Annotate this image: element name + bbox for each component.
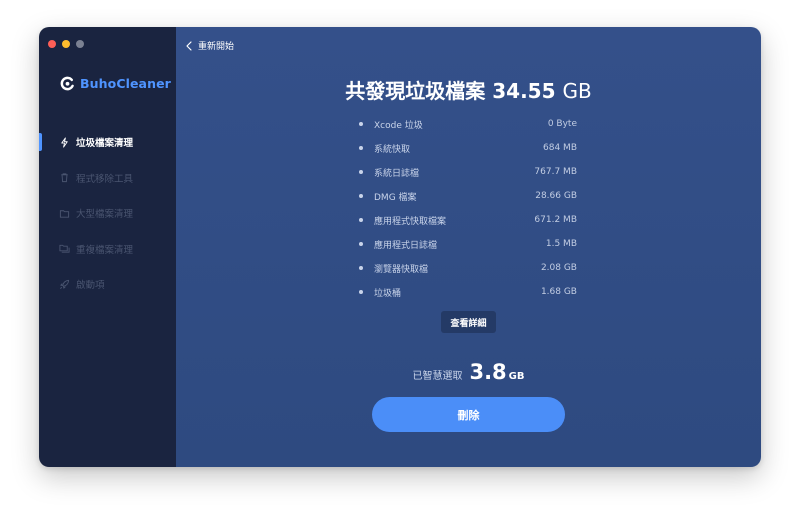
item-size: 0 Byte bbox=[547, 119, 577, 129]
sidebar-item-label: 程式移除工具 bbox=[76, 173, 134, 185]
bullet-icon bbox=[359, 194, 363, 198]
restart-label: 重新開始 bbox=[198, 42, 235, 52]
item-name: 系統快取 bbox=[374, 144, 411, 155]
sidebar-item-label: 垃圾檔案清理 bbox=[76, 138, 134, 149]
item-size: 684 MB bbox=[543, 143, 577, 153]
sidebar-item-junk-cleaner[interactable]: 垃圾檔案清理 bbox=[39, 131, 176, 153]
item-name: 應用程式快取檔案 bbox=[374, 216, 447, 227]
sidebar-item-duplicate-files[interactable]: 重複檔案清理 bbox=[39, 238, 176, 260]
item-name: Xcode 垃圾 bbox=[374, 120, 423, 131]
app-brand: BuhoCleaner bbox=[60, 76, 171, 91]
junk-category-list: Xcode 垃圾 0 Byte 系統快取 684 MB 系統日誌檔 767.7 … bbox=[359, 112, 577, 304]
sidebar: BuhoCleaner 垃圾檔案清理 程式移除工具 大型檔案清理 重複檔案清理 … bbox=[39, 27, 176, 467]
sidebar-item-label: 大型檔案清理 bbox=[76, 209, 134, 220]
list-item: 系統快取 684 MB bbox=[359, 136, 577, 160]
item-size: 671.2 MB bbox=[534, 215, 577, 225]
sidebar-item-startup-items[interactable]: 啟動項 bbox=[39, 273, 176, 295]
buho-logo-icon bbox=[60, 76, 74, 91]
bullet-icon bbox=[359, 122, 363, 126]
delete-button[interactable]: 刪除 bbox=[372, 397, 565, 432]
window-controls bbox=[48, 40, 84, 48]
trash-icon bbox=[61, 173, 68, 183]
close-window-button[interactable] bbox=[48, 40, 56, 48]
item-name: 應用程式日誌檔 bbox=[374, 240, 438, 251]
main-panel: 重新開始 共發現垃圾檔案 34.55 GB Xcode 垃圾 0 Byte 系統… bbox=[176, 27, 761, 467]
total-size-unit: GB bbox=[562, 79, 592, 103]
page-title: 共發現垃圾檔案 34.55 GB bbox=[176, 75, 761, 104]
lightning-icon bbox=[61, 136, 68, 148]
list-item: 瀏覽器快取檔 2.08 GB bbox=[359, 256, 577, 280]
zoom-window-button[interactable] bbox=[76, 40, 84, 48]
selection-unit: GB bbox=[508, 371, 525, 382]
app-window: BuhoCleaner 垃圾檔案清理 程式移除工具 大型檔案清理 重複檔案清理 … bbox=[39, 27, 761, 467]
bullet-icon bbox=[359, 146, 363, 150]
sidebar-nav: 垃圾檔案清理 程式移除工具 大型檔案清理 重複檔案清理 啟動項 bbox=[39, 131, 176, 309]
duplicate-folder-icon bbox=[59, 244, 70, 253]
list-item: 垃圾桶 1.68 GB bbox=[359, 280, 577, 304]
folder-icon bbox=[59, 209, 70, 218]
item-size: 2.08 GB bbox=[540, 263, 577, 273]
item-name: DMG 檔案 bbox=[374, 192, 417, 203]
smart-selection-summary: 已智慧選取 3.8 GB bbox=[176, 360, 761, 384]
total-size-value: 34.55 bbox=[492, 79, 556, 103]
sidebar-item-label: 重複檔案清理 bbox=[76, 244, 134, 256]
sidebar-item-label: 啟動項 bbox=[76, 280, 105, 291]
rocket-icon bbox=[60, 279, 70, 289]
item-size: 767.7 MB bbox=[534, 167, 577, 177]
sidebar-item-large-files[interactable]: 大型檔案清理 bbox=[39, 202, 176, 224]
list-item: DMG 檔案 28.66 GB bbox=[359, 184, 577, 208]
bullet-icon bbox=[359, 242, 363, 246]
item-size: 1.5 MB bbox=[545, 239, 577, 249]
sidebar-item-app-uninstaller[interactable]: 程式移除工具 bbox=[39, 167, 176, 189]
selection-label: 已智慧選取 bbox=[412, 371, 463, 382]
minimize-window-button[interactable] bbox=[62, 40, 70, 48]
bullet-icon bbox=[359, 290, 363, 294]
item-name: 瀏覽器快取檔 bbox=[374, 264, 429, 275]
app-name: BuhoCleaner bbox=[80, 76, 171, 91]
bullet-icon bbox=[359, 170, 363, 174]
list-item: 應用程式日誌檔 1.5 MB bbox=[359, 232, 577, 256]
view-details-button[interactable]: 查看詳細 bbox=[441, 311, 496, 333]
item-size: 28.66 GB bbox=[535, 191, 577, 201]
title-prefix: 共發現垃圾檔案 bbox=[345, 79, 486, 103]
bullet-icon bbox=[359, 266, 363, 270]
item-name: 系統日誌檔 bbox=[374, 168, 420, 179]
list-item: Xcode 垃圾 0 Byte bbox=[359, 112, 577, 136]
restart-button[interactable]: 重新開始 bbox=[186, 39, 234, 52]
item-size: 1.68 GB bbox=[540, 287, 577, 297]
item-name: 垃圾桶 bbox=[374, 288, 402, 299]
list-item: 系統日誌檔 767.7 MB bbox=[359, 160, 577, 184]
selection-value: 3.8 bbox=[469, 360, 507, 384]
chevron-left-icon bbox=[186, 40, 192, 51]
list-item: 應用程式快取檔案 671.2 MB bbox=[359, 208, 577, 232]
bullet-icon bbox=[359, 218, 363, 222]
